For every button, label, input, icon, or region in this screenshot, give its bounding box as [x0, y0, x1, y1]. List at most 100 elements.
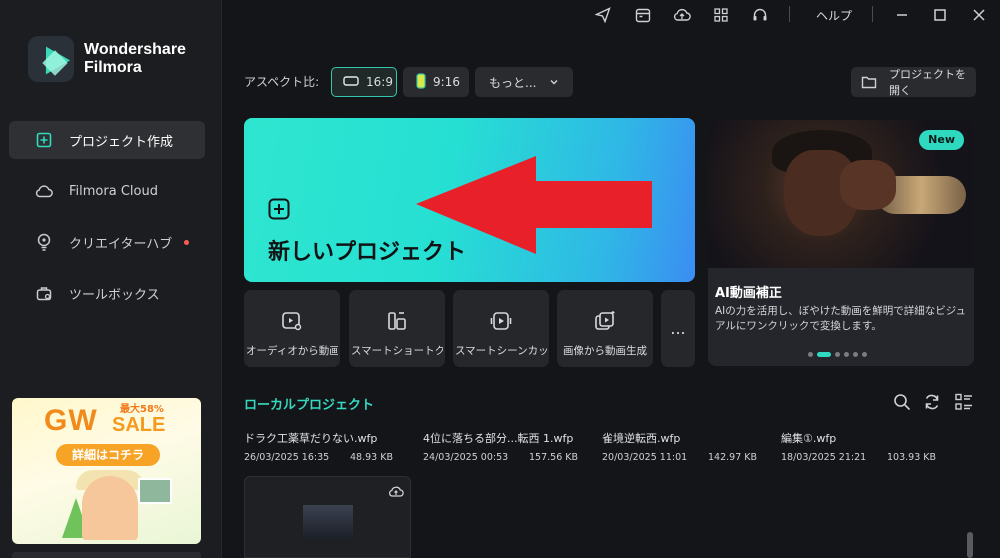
banner-title: AI動画補正 [715, 286, 782, 301]
carousel-dot[interactable] [817, 352, 831, 357]
calendar-icon[interactable] [634, 6, 652, 24]
open-project-button[interactable]: プロジェクトを開く [851, 67, 976, 97]
project-name: ドラク工薬草だりない.wfp [244, 432, 378, 445]
photo-illustration [138, 478, 172, 504]
list-view-icon[interactable] [954, 392, 974, 412]
notification-dot [184, 240, 189, 245]
brand-name: Wondershare Filmora [84, 41, 186, 77]
project-name: 編集①.wfp [781, 432, 837, 445]
sidebar-item-filmora-cloud[interactable]: Filmora Cloud [9, 172, 205, 210]
sidebar-item-label: ツールボックス [69, 287, 160, 303]
project-size: 157.56 KB [529, 452, 579, 463]
scene-cut-icon [490, 312, 512, 330]
tool-label: スマートショートク… [351, 345, 443, 357]
scrollbar-thumb[interactable] [967, 532, 973, 558]
title-bar: ヘルプ [222, 0, 1000, 30]
tool-smart-short[interactable]: スマートショートク… [349, 290, 445, 367]
brand-line1: Wondershare [84, 41, 186, 58]
sidebar-bottom-bar [12, 552, 201, 558]
aspect-16-9-button[interactable]: 16:9 [331, 67, 397, 97]
feature-banner[interactable]: New AI動画補正 AIの力を活用し、ぼやけた動画を鮮明で詳細なビジュアルにワ… [708, 120, 974, 366]
maximize-icon[interactable] [931, 6, 949, 24]
new-badge: New [919, 130, 964, 150]
promo-gw-text: GW [44, 404, 98, 437]
sidebar-item-label: プロジェクト作成 [69, 134, 174, 150]
tool-scene-cut[interactable]: スマートシーンカット [453, 290, 549, 367]
filmora-logo-icon [28, 36, 74, 82]
carousel-dot[interactable] [835, 352, 840, 357]
tool-label: オーディオから動画 [246, 345, 338, 357]
aspect-ratio-label: アスペクト比: [244, 75, 320, 89]
sidebar-item-creator-hub[interactable]: クリエイターハブ [9, 223, 205, 261]
carousel-dots[interactable] [808, 352, 871, 357]
aspect-more-dropdown[interactable]: もっと... [475, 67, 573, 97]
new-project-title: 新しいプロジェクト [268, 240, 467, 265]
new-project-icon [35, 131, 53, 149]
add-icon [268, 198, 290, 220]
aspect-option-label: もっと... [489, 75, 537, 90]
sidebar-item-create-project[interactable]: プロジェクト作成 [9, 121, 205, 159]
new-project-card[interactable]: 新しいプロジェクト [244, 118, 695, 282]
image-video-icon [595, 311, 615, 330]
filmora-launcher: Wondershare Filmora プロジェクト作成 Filmora Clo… [0, 0, 1000, 558]
close-icon[interactable] [970, 6, 988, 24]
aspect-option-label: 16:9 [366, 75, 393, 89]
child-illustration [82, 476, 138, 540]
audio-video-icon [282, 312, 302, 331]
more-tools-button[interactable]: ... [661, 290, 695, 367]
tool-label: 画像から動画生成 [563, 345, 647, 357]
sidebar: Wondershare Filmora プロジェクト作成 Filmora Clo… [0, 0, 222, 558]
aspect-9-16-button[interactable]: 9:16 [403, 67, 469, 97]
brand-line2: Filmora [84, 59, 142, 76]
carousel-dot[interactable] [862, 352, 867, 357]
sidebar-item-label: クリエイターハブ [69, 236, 173, 252]
promo-sale-text: SALE [112, 414, 166, 436]
grid-apps-icon[interactable] [712, 6, 730, 24]
cloud-icon [35, 182, 53, 200]
carousel-dot[interactable] [853, 352, 858, 357]
project-name: 4位に落ちる部分...転西 1.wfp [423, 432, 574, 445]
headset-icon[interactable] [751, 6, 769, 24]
cloud-upload-icon[interactable] [388, 483, 404, 499]
project-item[interactable]: 4位に落ちる部分...転西 1.wfp 24/03/2025 00:53 157.… [423, 430, 605, 463]
project-size: 103.93 KB [887, 452, 937, 463]
project-size: 142.97 KB [708, 452, 758, 463]
chevron-down-icon [549, 76, 559, 90]
search-icon[interactable] [892, 392, 912, 412]
open-project-label: プロジェクトを開く [889, 68, 966, 97]
project-name: 雀境逆転西.wfp [602, 432, 681, 445]
smart-short-icon [388, 312, 406, 330]
help-menu[interactable]: ヘルプ [816, 7, 852, 24]
carousel-dot[interactable] [808, 352, 813, 357]
minimize-icon[interactable] [893, 6, 911, 24]
landscape-ratio-icon [343, 75, 359, 89]
gw-sale-promo-banner[interactable]: GW 最大58% SALE 詳細はコチラ [12, 398, 201, 544]
project-item[interactable]: 編集①.wfp 18/03/2025 21:21 103.93 KB [781, 430, 963, 463]
portrait-ratio-icon [416, 72, 426, 92]
titlebar-divider [789, 6, 790, 22]
project-size: 48.93 KB [350, 452, 393, 463]
project-item[interactable]: ドラク工薬草だりない.wfp 26/03/2025 16:35 48.93 KB [244, 430, 426, 463]
brand: Wondershare Filmora [28, 36, 186, 82]
tool-audio-to-video[interactable]: オーディオから動画 [244, 290, 340, 367]
project-thumbnail[interactable] [244, 476, 411, 558]
refresh-icon[interactable] [922, 392, 942, 412]
sidebar-nav: プロジェクト作成 Filmora Cloud クリエイターハブ ツールボックス [9, 121, 205, 325]
cloud-sync-icon[interactable] [673, 6, 691, 24]
thumbnail-preview [303, 505, 353, 539]
carousel-dot[interactable] [844, 352, 849, 357]
project-date: 20/03/2025 11:01 [602, 452, 688, 463]
project-date: 26/03/2025 16:35 [244, 452, 330, 463]
promo-percent: 最大58% [120, 404, 164, 415]
send-icon[interactable] [594, 6, 612, 24]
project-item[interactable]: 雀境逆転西.wfp 20/03/2025 11:01 142.97 KB [602, 430, 784, 463]
local-projects-title: ローカルプロジェクト [244, 398, 375, 413]
sidebar-item-label: Filmora Cloud [69, 183, 158, 199]
aspect-option-label: 9:16 [433, 75, 460, 89]
tool-label: スマートシーンカット [455, 345, 547, 357]
sidebar-item-toolbox[interactable]: ツールボックス [9, 274, 205, 312]
tool-image-to-video[interactable]: 画像から動画生成 [557, 290, 653, 367]
toolbox-icon [35, 284, 53, 302]
bulb-icon [35, 233, 53, 251]
promo-details-button[interactable]: 詳細はコチラ [56, 444, 160, 466]
